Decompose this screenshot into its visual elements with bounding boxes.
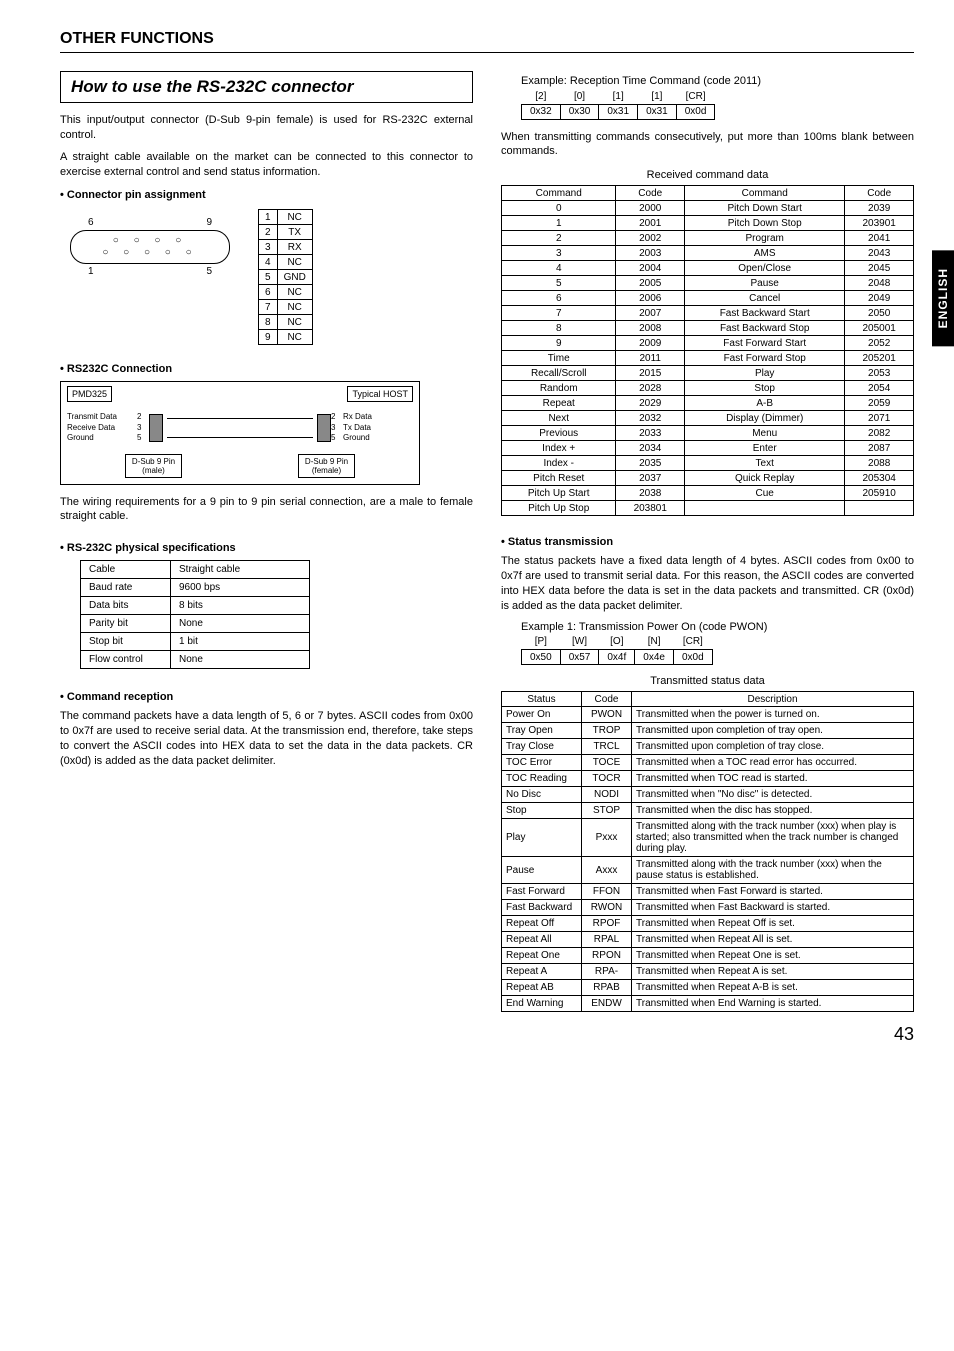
pin-label: 6 xyxy=(88,217,94,228)
cmdrx-p: The command packets have a data length o… xyxy=(60,709,473,768)
pin-label: 1 xyxy=(88,266,94,277)
language-tab: ENGLISH xyxy=(932,250,954,346)
pin-table: 1NC2TX3RX4NC5GND6NC7NC8NC9NC xyxy=(258,209,313,345)
diag-left-signals: Transmit DataReceive DataGround xyxy=(67,412,137,443)
transmitted-status-table: StatusCodeDescriptionPower OnPWONTransmi… xyxy=(501,691,914,1012)
pin-label: 9 xyxy=(206,217,212,228)
wiring-p: The wiring requirements for a 9 pin to 9… xyxy=(60,495,473,525)
status-p: The status packets have a fixed data len… xyxy=(501,554,914,613)
page-number: 43 xyxy=(60,1024,914,1045)
received-command-table: CommandCodeCommandCode02000Pitch Down St… xyxy=(501,185,914,516)
rx-caption: Received command data xyxy=(501,169,914,181)
section-heading: OTHER FUNCTIONS xyxy=(60,30,914,53)
pin-label: 5 xyxy=(206,266,212,277)
spec-table: CableStraight cableBaud rate9600 bpsData… xyxy=(80,560,310,669)
rs232-diagram: PMD325 Typical HOST Transmit DataReceive… xyxy=(60,381,420,484)
bullet-spec: RS-232C physical specifications xyxy=(60,542,473,554)
diag-right-box: Typical HOST xyxy=(347,386,413,402)
dsub-right: D-Sub 9 Pin (female) xyxy=(298,454,355,478)
dsub-left: D-Sub 9 Pin (male) xyxy=(125,454,182,478)
ex1-table: [2][0][1][1][CR]0x320x300x310x310x0d xyxy=(521,89,715,120)
intro-p1: This input/output connector (D-Sub 9-pin… xyxy=(60,113,473,143)
ex2-table: [P][W][O][N][CR]0x500x570x4f0x4e0x0d xyxy=(521,635,713,666)
ex1-caption: Example: Reception Time Command (code 20… xyxy=(521,75,914,87)
bullet-connection: RS232C Connection xyxy=(60,363,473,375)
tx-caption: Transmitted status data xyxy=(501,675,914,687)
intro-p2: A straight cable available on the market… xyxy=(60,150,473,180)
bullet-cmdrx: Command reception xyxy=(60,691,473,703)
diag-right-signals: Rx DataTx DataGround xyxy=(343,412,413,443)
left-column: How to use the RS-232C connector This in… xyxy=(60,71,473,1012)
howto-title: How to use the RS-232C connector xyxy=(60,71,473,103)
pin-diagram: 69 ○ ○ ○ ○○ ○ ○ ○ ○ 15 xyxy=(70,209,230,277)
consecutive-p: When transmitting commands consecutively… xyxy=(501,130,914,160)
bullet-pin: Connector pin assignment xyxy=(60,189,473,201)
right-column: Example: Reception Time Command (code 20… xyxy=(501,71,914,1012)
ex2-caption: Example 1: Transmission Power On (code P… xyxy=(521,621,914,633)
bullet-status: Status transmission xyxy=(501,536,914,548)
diag-left-box: PMD325 xyxy=(67,386,112,402)
